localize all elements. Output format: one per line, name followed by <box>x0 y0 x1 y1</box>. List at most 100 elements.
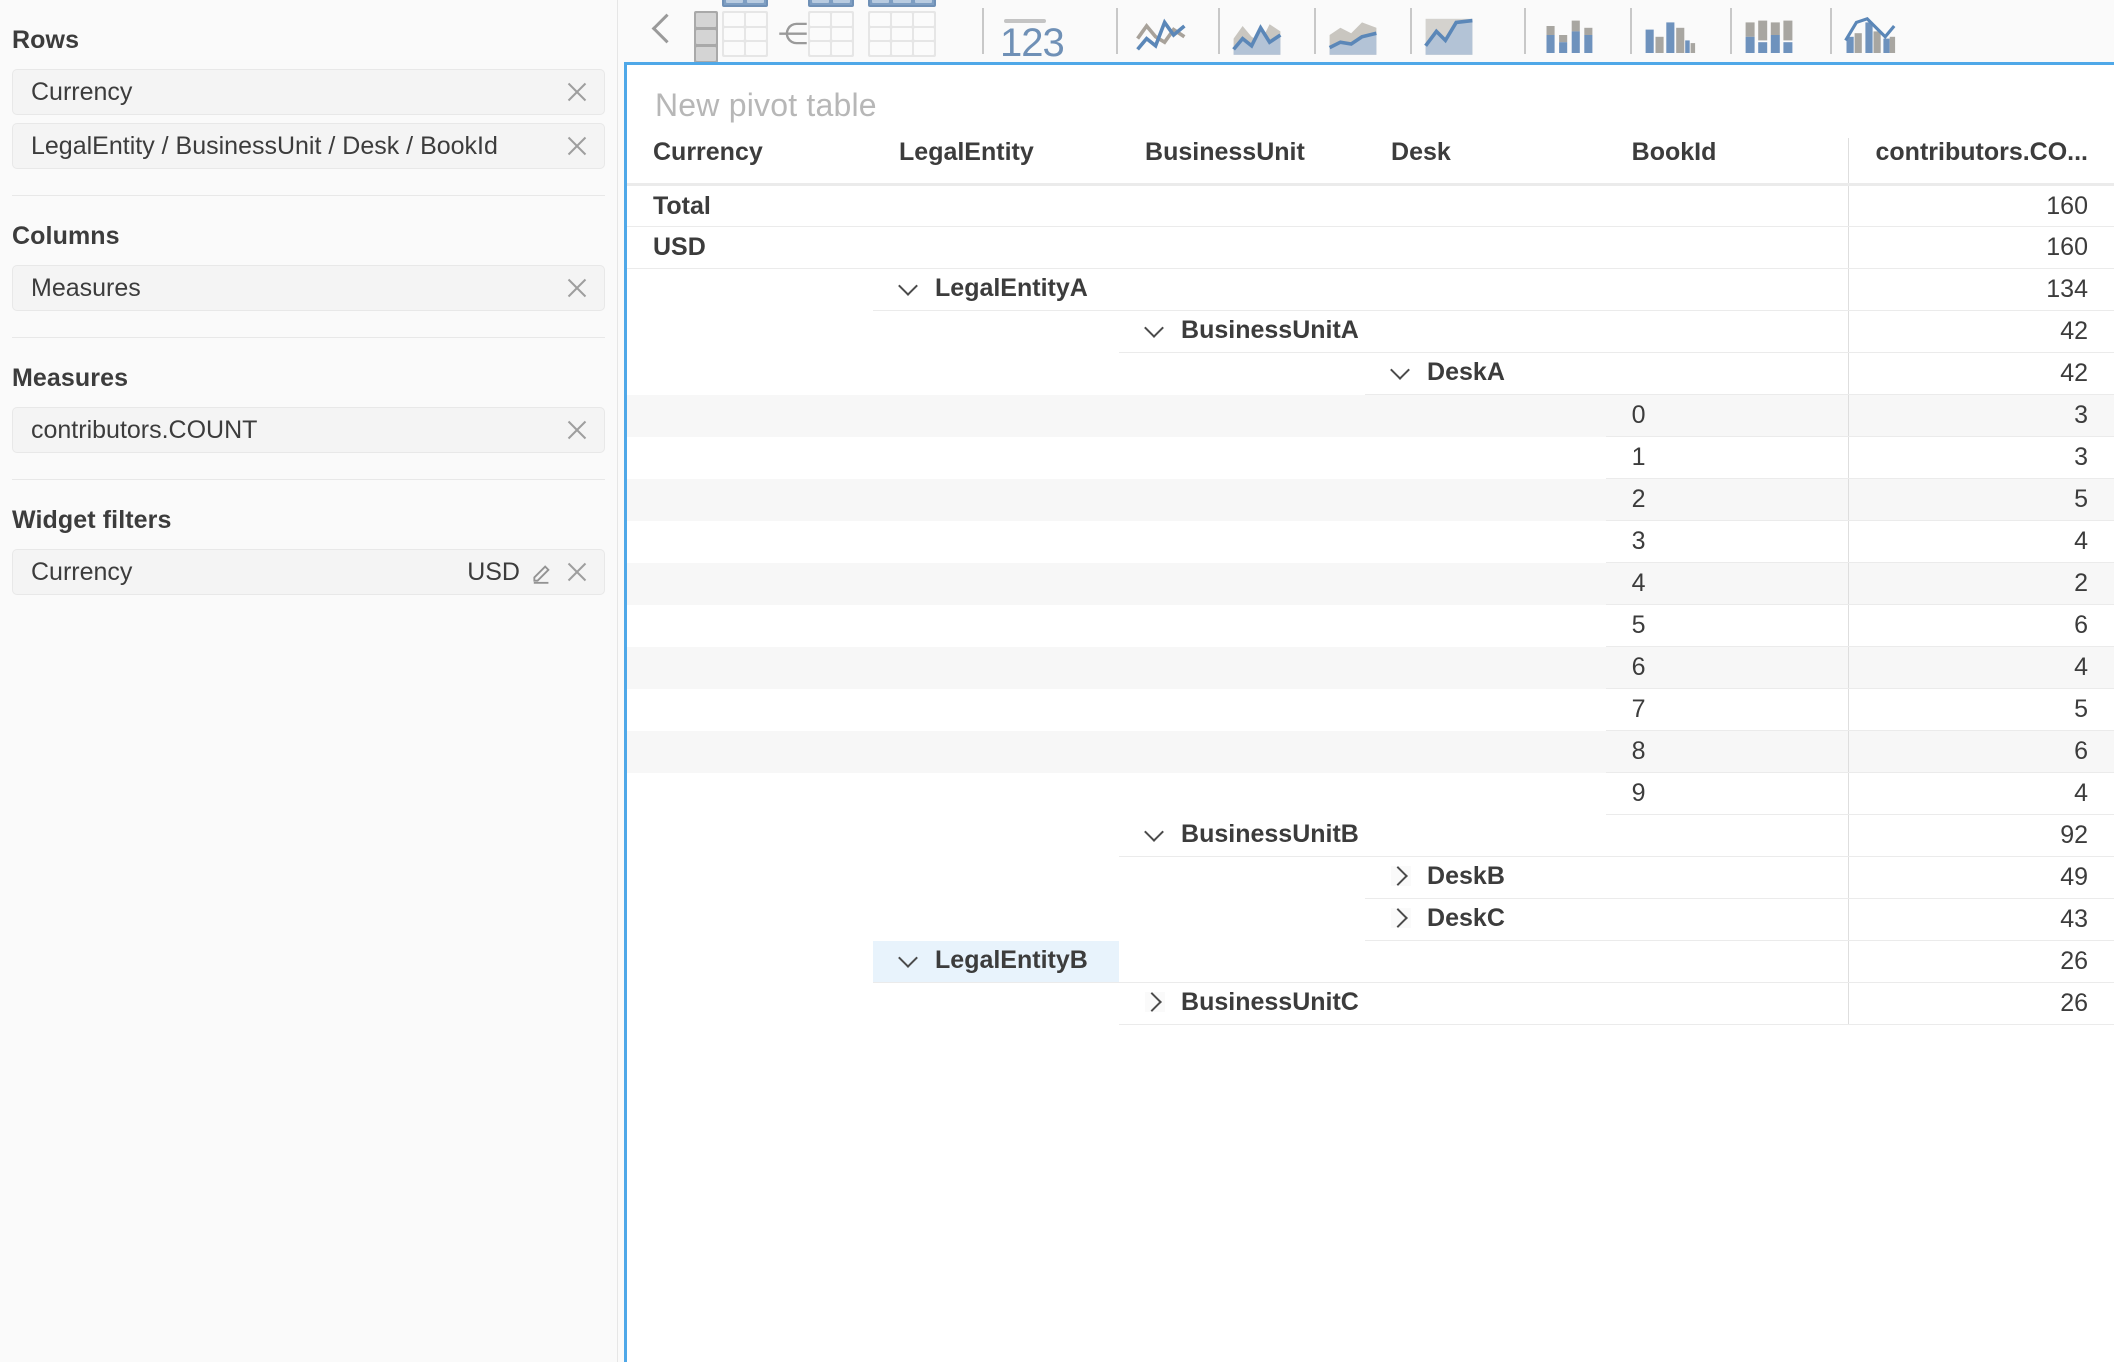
stacked-column-chart-icon[interactable] <box>1740 5 1816 57</box>
stacked-area-chart-icon[interactable] <box>1324 5 1396 57</box>
filled-area-chart-icon[interactable] <box>1420 5 1492 57</box>
column-header-legalentity[interactable]: LegalEntity <box>873 138 1120 186</box>
table-row[interactable]: 75 <box>627 688 2114 731</box>
table-row[interactable]: LegalEntityB 26 <box>627 940 2114 983</box>
column-header-bookid[interactable]: BookId <box>1605 138 1849 186</box>
cell-desk[interactable]: DeskC <box>1365 898 1606 941</box>
cell-bookid[interactable]: 1 <box>1605 436 1849 479</box>
cell-currency[interactable]: Total <box>627 184 874 227</box>
table-row[interactable]: DeskA 42 <box>627 352 2114 395</box>
pivot-table-icon[interactable] <box>692 0 770 62</box>
chevron-down-icon[interactable] <box>1145 824 1165 844</box>
table-row[interactable]: 25 <box>627 478 2114 521</box>
tree-table-icon[interactable]: ⋲ <box>776 0 860 57</box>
table-row[interactable]: 42 <box>627 562 2114 605</box>
cell-measure-value[interactable]: 4 <box>1848 646 2114 689</box>
table-row[interactable]: LegalEntityA 134 <box>627 268 2114 311</box>
measures-chip-contributors-count[interactable]: contributors.COUNT <box>12 407 605 453</box>
table-row[interactable]: 94 <box>627 772 2114 815</box>
columns-chip-measures[interactable]: Measures <box>12 265 605 311</box>
cell-measure-value[interactable]: 92 <box>1848 814 2114 857</box>
cell-measure-value[interactable]: 42 <box>1848 352 2114 395</box>
column-chart-icon[interactable] <box>1640 5 1716 57</box>
cell-measure-value[interactable]: 2 <box>1848 562 2114 605</box>
cell-measure-value[interactable]: 5 <box>1848 478 2114 521</box>
chevron-right-icon[interactable] <box>1391 866 1412 887</box>
table-row[interactable]: BusinessUnitA 42 <box>627 310 2114 353</box>
table-row[interactable]: 13 <box>627 436 2114 479</box>
cell-businessunit[interactable]: BusinessUnitA <box>1119 310 1366 353</box>
collapse-panel-chevron-left-icon[interactable] <box>648 11 678 51</box>
widget-title[interactable]: New pivot table <box>627 65 2114 124</box>
cell-measure-value[interactable]: 5 <box>1848 688 2114 731</box>
cell-measure-value[interactable]: 6 <box>1848 730 2114 773</box>
table-row[interactable]: 86 <box>627 730 2114 773</box>
chevron-down-icon[interactable] <box>899 278 919 298</box>
cell-bookid[interactable]: 7 <box>1605 688 1849 731</box>
plain-table-icon[interactable] <box>866 0 942 57</box>
cell-bookid[interactable]: 0 <box>1605 394 1849 437</box>
cell-bookid[interactable]: 6 <box>1605 646 1849 689</box>
cell-measure-value[interactable]: 42 <box>1848 310 2114 353</box>
cell-measure-value[interactable]: 4 <box>1848 520 2114 563</box>
column-header-businessunit[interactable]: BusinessUnit <box>1119 138 1366 186</box>
table-row[interactable]: 56 <box>627 604 2114 647</box>
cell-measure-value[interactable]: 49 <box>1848 856 2114 899</box>
remove-icon[interactable] <box>564 275 590 301</box>
table-row[interactable]: 64 <box>627 646 2114 689</box>
combo-chart-icon[interactable] <box>1840 5 1916 57</box>
cell-measure-value[interactable]: 26 <box>1848 940 2114 983</box>
table-row[interactable]: 34 <box>627 520 2114 563</box>
cell-measure-value[interactable]: 3 <box>1848 394 2114 437</box>
rows-chip-hierarchy[interactable]: LegalEntity / BusinessUnit / Desk / Book… <box>12 123 605 169</box>
table-row[interactable]: DeskB 49 <box>627 856 2114 899</box>
cell-desk[interactable]: DeskA <box>1365 352 1606 395</box>
cell-bookid[interactable]: 2 <box>1605 478 1849 521</box>
table-row[interactable]: BusinessUnitC 26 <box>627 982 2114 1025</box>
remove-icon[interactable] <box>564 133 590 159</box>
table-row[interactable]: Total 160 <box>627 184 2114 227</box>
chevron-right-icon[interactable] <box>1145 992 1166 1013</box>
chevron-right-icon[interactable] <box>1391 908 1412 929</box>
cell-measure-value[interactable]: 134 <box>1848 268 2114 311</box>
cell-measure-value[interactable]: 26 <box>1848 982 2114 1025</box>
table-row[interactable]: DeskC 43 <box>627 898 2114 941</box>
cell-bookid[interactable]: 3 <box>1605 520 1849 563</box>
rows-chip-currency[interactable]: Currency <box>12 69 605 115</box>
column-header-currency[interactable]: Currency <box>627 138 874 186</box>
kpi-number-icon[interactable]: 123 <box>998 5 1084 62</box>
cell-measure-value[interactable]: 160 <box>1848 226 2114 269</box>
edit-pencil-icon[interactable] <box>530 559 556 585</box>
cell-measure-value[interactable]: 3 <box>1848 436 2114 479</box>
remove-icon[interactable] <box>564 417 590 443</box>
table-row[interactable]: 03 <box>627 394 2114 437</box>
stacked-bar-chart-icon[interactable] <box>1540 5 1616 57</box>
widget-filter-chip-currency[interactable]: Currency USD <box>12 549 605 595</box>
column-header-desk[interactable]: Desk <box>1365 138 1606 186</box>
table-row[interactable]: BusinessUnitB 92 <box>627 814 2114 857</box>
cell-legalentity[interactable]: LegalEntityA <box>873 268 1120 311</box>
cell-bookid[interactable]: 4 <box>1605 562 1849 605</box>
chevron-down-icon[interactable] <box>1391 362 1411 382</box>
cell-legalentity[interactable]: LegalEntityB <box>873 940 1120 983</box>
cell-businessunit[interactable]: BusinessUnitB <box>1119 814 1366 857</box>
chevron-down-icon[interactable] <box>899 950 919 970</box>
chevron-down-icon[interactable] <box>1145 320 1165 340</box>
line-chart-icon[interactable] <box>1132 5 1204 57</box>
cell-bookid[interactable]: 5 <box>1605 604 1849 647</box>
area-line-chart-icon[interactable] <box>1228 5 1300 57</box>
column-header-contributors-count[interactable]: contributors.CO... <box>1848 138 2114 186</box>
cell-desk[interactable]: DeskB <box>1365 856 1606 899</box>
cell-bookid[interactable]: 8 <box>1605 730 1849 773</box>
cell-measure-value[interactable]: 4 <box>1848 772 2114 815</box>
cell-bookid[interactable]: 9 <box>1605 772 1849 815</box>
remove-icon[interactable] <box>564 79 590 105</box>
cell-businessunit[interactable]: BusinessUnitC <box>1119 982 1366 1025</box>
cell-empty <box>627 604 874 647</box>
table-row[interactable]: USD 160 <box>627 226 2114 269</box>
remove-icon[interactable] <box>564 559 590 585</box>
cell-measure-value[interactable]: 160 <box>1848 184 2114 227</box>
cell-measure-value[interactable]: 43 <box>1848 898 2114 941</box>
cell-measure-value[interactable]: 6 <box>1848 604 2114 647</box>
cell-currency[interactable]: USD <box>627 226 874 269</box>
